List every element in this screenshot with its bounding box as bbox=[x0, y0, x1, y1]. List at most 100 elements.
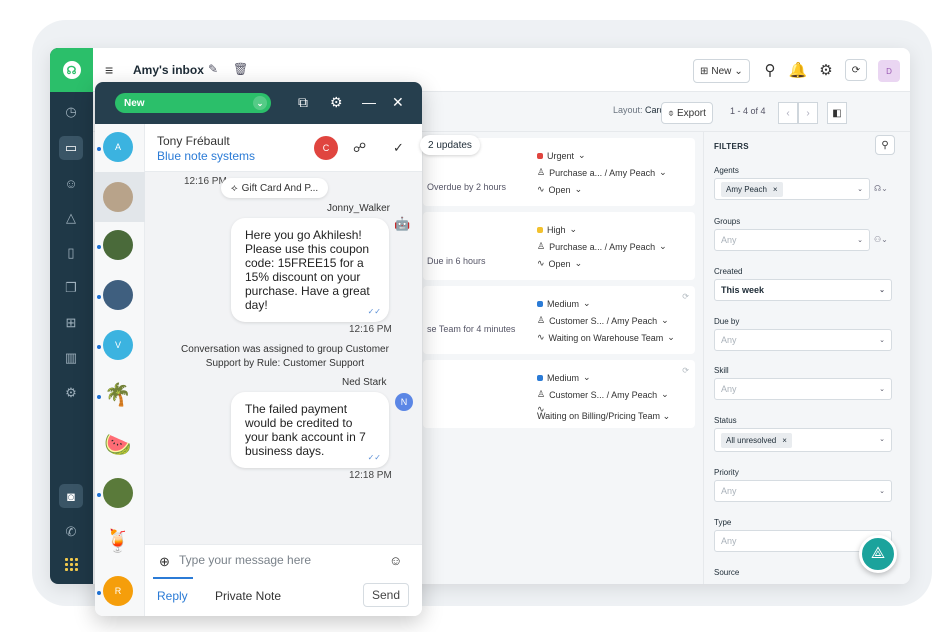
agent-chip[interactable]: Amy Peach × bbox=[721, 181, 783, 197]
contact-avatar[interactable]: V bbox=[103, 330, 133, 360]
ticket-group[interactable]: ♙ Customer S... / Amy Peach ⌄ bbox=[537, 389, 669, 400]
refresh-icon[interactable]: ⟳ bbox=[845, 59, 867, 81]
updates-pill[interactable]: 2 updates bbox=[420, 135, 480, 155]
avatar[interactable]: D bbox=[878, 60, 900, 82]
ticket-card[interactable]: ⟳ Medium ⌄ ♙ Customer S... / Amy Peach ⌄ … bbox=[423, 360, 695, 428]
chat-icon[interactable]: ◙ bbox=[59, 484, 83, 508]
message-bubble: Here you go Akhilesh! Please use this co… bbox=[231, 218, 389, 322]
new-button[interactable]: ⊞ New ⌄ bbox=[693, 59, 750, 83]
ticket-status[interactable]: ∿ Open ⌄ bbox=[537, 258, 582, 269]
message-input[interactable]: Type your message here bbox=[179, 553, 311, 567]
status-dropdown[interactable]: New ⌄ bbox=[115, 93, 271, 113]
next-page-button[interactable]: › bbox=[798, 102, 818, 124]
trash-icon[interactable]: 🗑 bbox=[233, 62, 248, 76]
ticket-card[interactable]: ⟳ se Team for 4 minutes Medium ⌄ ♙ Custom… bbox=[423, 286, 695, 354]
ai-gear-icon[interactable]: ⚙ bbox=[815, 59, 837, 81]
contact-avatar[interactable] bbox=[103, 230, 133, 260]
remove-chip-icon[interactable]: × bbox=[782, 436, 787, 445]
contact-avatar[interactable]: 🌴 bbox=[103, 380, 133, 410]
agent-avatar: N bbox=[395, 393, 413, 411]
ticket-status[interactable]: ∿ Open ⌄ bbox=[537, 184, 582, 195]
agent-type-icon[interactable]: ☊⌄ bbox=[874, 184, 888, 193]
prev-page-button[interactable]: ‹ bbox=[778, 102, 798, 124]
page-count: 1 - 4 of 4 bbox=[730, 106, 766, 116]
status-icon: ∿ bbox=[537, 258, 545, 268]
skill-select[interactable]: Any ⌄ bbox=[714, 378, 892, 400]
filter-search-icon[interactable]: ⚲ bbox=[875, 135, 895, 155]
ticket-group[interactable]: ♙ Purchase a... / Amy Peach ⌄ bbox=[537, 241, 667, 252]
status-select[interactable]: All unresolved × ⌄ bbox=[714, 428, 892, 452]
knowledge-book-icon[interactable]: ▯ bbox=[59, 241, 83, 265]
contact-avatar[interactable]: 🍹 bbox=[103, 526, 133, 556]
phone-icon[interactable]: ✆ bbox=[59, 520, 83, 544]
ticket-priority[interactable]: Medium ⌄ bbox=[537, 298, 591, 309]
agents-select[interactable]: Amy Peach × ⌄ bbox=[714, 178, 870, 200]
ticket-status[interactable]: ∿ Waiting on Billing/Pricing Team ⌄ bbox=[537, 404, 670, 422]
resolve-check-icon[interactable]: ✓ bbox=[393, 140, 404, 156]
analytics-icon[interactable]: ▥ bbox=[59, 346, 83, 370]
due-by-select[interactable]: Any ⌄ bbox=[714, 329, 892, 351]
group-type-icon[interactable]: ⚇⌄ bbox=[874, 235, 888, 244]
external-link-icon[interactable]: ⧉ bbox=[298, 94, 308, 111]
menu-icon[interactable]: ≡ bbox=[105, 62, 113, 78]
contacts-icon[interactable]: ☺ bbox=[59, 171, 83, 195]
due-by-label: Due by bbox=[714, 317, 740, 326]
assistant-fab-icon[interactable]: ⟁ bbox=[859, 535, 897, 573]
groups-select[interactable]: Any ⌄ bbox=[714, 229, 870, 251]
send-button[interactable]: Send bbox=[363, 583, 409, 607]
created-select[interactable]: This week ⌄ bbox=[714, 279, 892, 301]
gear-icon[interactable]: ⚙ bbox=[330, 94, 343, 111]
chevron-down-icon: ⌄ bbox=[857, 237, 863, 244]
contact-list: A V 🌴 🍉 🍹 R bbox=[95, 124, 145, 616]
assign-icon[interactable]: ☍ bbox=[353, 140, 366, 156]
dashboard-icon[interactable]: ◷ bbox=[59, 100, 83, 124]
tickets-icon[interactable]: ❐ bbox=[59, 276, 83, 300]
ticket-group[interactable]: ♙ Customer S... / Amy Peach ⌄ bbox=[537, 315, 669, 326]
new-button-label: New bbox=[711, 65, 732, 77]
tab-reply[interactable]: Reply bbox=[157, 589, 188, 603]
apps-grid-icon[interactable] bbox=[59, 552, 83, 576]
agent-badge[interactable]: C bbox=[314, 136, 338, 160]
ticket-status[interactable]: ∿ Waiting on Warehouse Team ⌄ bbox=[537, 332, 675, 343]
close-icon[interactable]: ✕ bbox=[392, 94, 404, 111]
social-icon[interactable]: △ bbox=[59, 206, 83, 230]
panel-toggle-icon[interactable]: ◧ bbox=[827, 102, 847, 124]
chevron-down-icon: ⌄ bbox=[253, 96, 267, 110]
gift-card-pill[interactable]: ⟡ Gift Card And P... bbox=[221, 178, 329, 198]
assets-icon[interactable]: ⊞ bbox=[59, 311, 83, 335]
add-attachment-icon[interactable]: ⊕ bbox=[159, 554, 170, 570]
emoji-icon[interactable]: ☺ bbox=[389, 553, 402, 568]
bell-icon[interactable]: 🔔 bbox=[787, 59, 809, 81]
contact-avatar[interactable] bbox=[103, 182, 133, 212]
export-button[interactable]: ⌽ Export bbox=[661, 102, 713, 124]
contact-avatar[interactable]: A bbox=[103, 132, 133, 162]
ticket-card[interactable]: Due in 6 hours High ⌄ ♙ Purchase a... / A… bbox=[423, 212, 695, 280]
contact-avatar[interactable]: R bbox=[103, 576, 133, 606]
priority-select[interactable]: Any ⌄ bbox=[714, 480, 892, 502]
search-icon[interactable]: ⚲ bbox=[759, 59, 781, 81]
inbox-icon[interactable]: ▭ bbox=[59, 136, 83, 160]
contact-name[interactable]: Tony Frébault bbox=[157, 134, 230, 148]
filters-title: FILTERS bbox=[714, 142, 749, 151]
contact-avatar[interactable]: 🍉 bbox=[103, 430, 133, 460]
ticket-priority[interactable]: Medium ⌄ bbox=[537, 372, 591, 383]
ticket-priority[interactable]: Urgent ⌄ bbox=[537, 150, 586, 161]
unread-dot bbox=[97, 591, 101, 595]
contact-avatar[interactable] bbox=[103, 280, 133, 310]
minimize-icon[interactable]: — bbox=[362, 94, 376, 110]
ticket-priority[interactable]: High ⌄ bbox=[537, 224, 577, 235]
ticket-due: Due in 6 hours bbox=[427, 256, 486, 266]
contact-company[interactable]: Blue note systems bbox=[157, 149, 255, 163]
sync-icon: ⟳ bbox=[682, 366, 689, 375]
chevron-down-icon: ⌄ bbox=[879, 436, 885, 443]
edit-icon[interactable]: ✎ bbox=[208, 62, 218, 76]
app-logo[interactable]: ☊ bbox=[50, 48, 93, 92]
tab-private-note[interactable]: Private Note bbox=[215, 589, 281, 603]
system-message: Conversation was assigned to group Custo… bbox=[181, 344, 389, 369]
settings-gear-icon[interactable]: ⚙ bbox=[59, 381, 83, 405]
remove-chip-icon[interactable]: × bbox=[773, 185, 778, 194]
status-chip[interactable]: All unresolved × bbox=[721, 432, 792, 448]
agent-icon: ♙ bbox=[537, 389, 546, 399]
contact-avatar[interactable] bbox=[103, 478, 133, 508]
ticket-group[interactable]: ♙ Purchase a... / Amy Peach ⌄ bbox=[537, 167, 667, 178]
